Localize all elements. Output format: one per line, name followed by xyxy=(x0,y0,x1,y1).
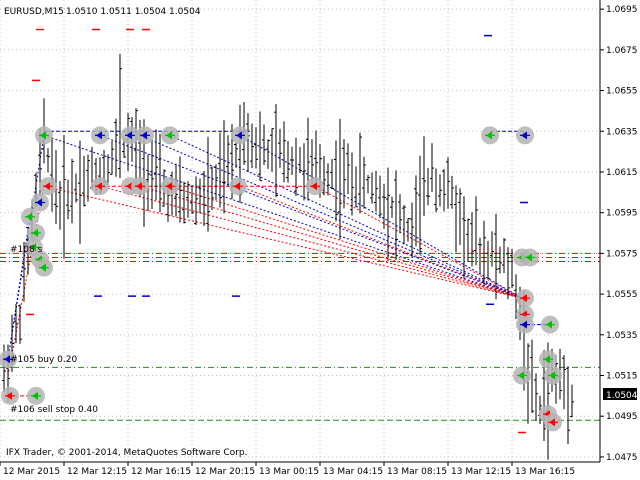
time-tick-label: 13 Mar 08:15 xyxy=(387,467,447,477)
price-tick-label: 1.0535 xyxy=(606,331,638,341)
trade-line-sell xyxy=(139,185,523,299)
time-tick-label: 12 Mar 16:15 xyxy=(131,467,191,477)
trade-lines xyxy=(7,130,550,397)
trade-line-buy xyxy=(7,216,31,360)
price-tick-label: 1.0475 xyxy=(606,453,638,463)
trade-line-buy xyxy=(99,134,523,299)
order-label-105[interactable]: #105 buy 0.20 xyxy=(10,355,77,365)
trade-line-sell xyxy=(99,185,523,299)
price-tick-label: 1.0615 xyxy=(606,168,638,178)
time-tick-label: 13 Mar 12:15 xyxy=(451,467,511,477)
time-axis: 12 Mar 2015 12 Mar 12:15 12 Mar 16:15 12 Ma… xyxy=(0,462,575,477)
price-chart[interactable]: 1.0695 1.0675 1.0655 1.0635 1.0615 1.0595 1.05… xyxy=(0,0,640,480)
price-axis: 1.0695 1.0675 1.0655 1.0635 1.0615 1.0595 1.05… xyxy=(0,0,638,463)
price-tick-label: 1.0675 xyxy=(606,46,638,56)
trade-line-sell xyxy=(43,185,523,299)
price-tick-label: 1.0635 xyxy=(606,127,638,137)
time-tick-label: 12 Mar 2015 xyxy=(3,467,60,477)
price-tick-label: 1.0555 xyxy=(606,290,638,300)
price-tick-label: 1.0595 xyxy=(606,209,638,219)
order-label-106[interactable]: #106 sell stop 0.40 xyxy=(10,405,98,415)
price-tick-label: 1.0655 xyxy=(606,87,638,97)
order-label-108[interactable]: #108 s xyxy=(10,245,43,255)
trade-markers xyxy=(0,28,562,434)
chart-window[interactable]: 1.0695 1.0675 1.0655 1.0635 1.0615 1.0595 1.05… xyxy=(0,0,640,480)
price-tick-label: 1.0695 xyxy=(606,5,638,15)
trade-line-sell xyxy=(169,185,523,299)
price-tick-label: 1.0495 xyxy=(606,412,638,422)
time-tick-label: 12 Mar 12:15 xyxy=(67,467,127,477)
trade-line-buy xyxy=(169,134,523,299)
ohlc-readout: 1.0510 1.0511 1.0504 1.0504 xyxy=(66,7,201,17)
price-tick-label: 1.0515 xyxy=(606,372,638,382)
trade-line-buy xyxy=(139,134,523,299)
current-price-label: 1.0504 xyxy=(606,391,638,401)
time-tick-label: 12 Mar 20:15 xyxy=(195,467,255,477)
price-tick-label: 1.0575 xyxy=(606,249,638,259)
copyright-text: IFX Trader, © 2001-2014, MetaQuotes Soft… xyxy=(6,448,247,458)
time-tick-label: 13 Mar 04:15 xyxy=(323,467,383,477)
ohlc-bars xyxy=(2,53,574,460)
time-tick-label: 13 Mar 16:15 xyxy=(515,467,575,477)
order-levels xyxy=(0,252,600,421)
grid xyxy=(0,0,600,462)
symbol-timeframe-label: EURUSD,M15 xyxy=(4,7,64,17)
time-tick-label: 13 Mar 00:15 xyxy=(259,467,319,477)
